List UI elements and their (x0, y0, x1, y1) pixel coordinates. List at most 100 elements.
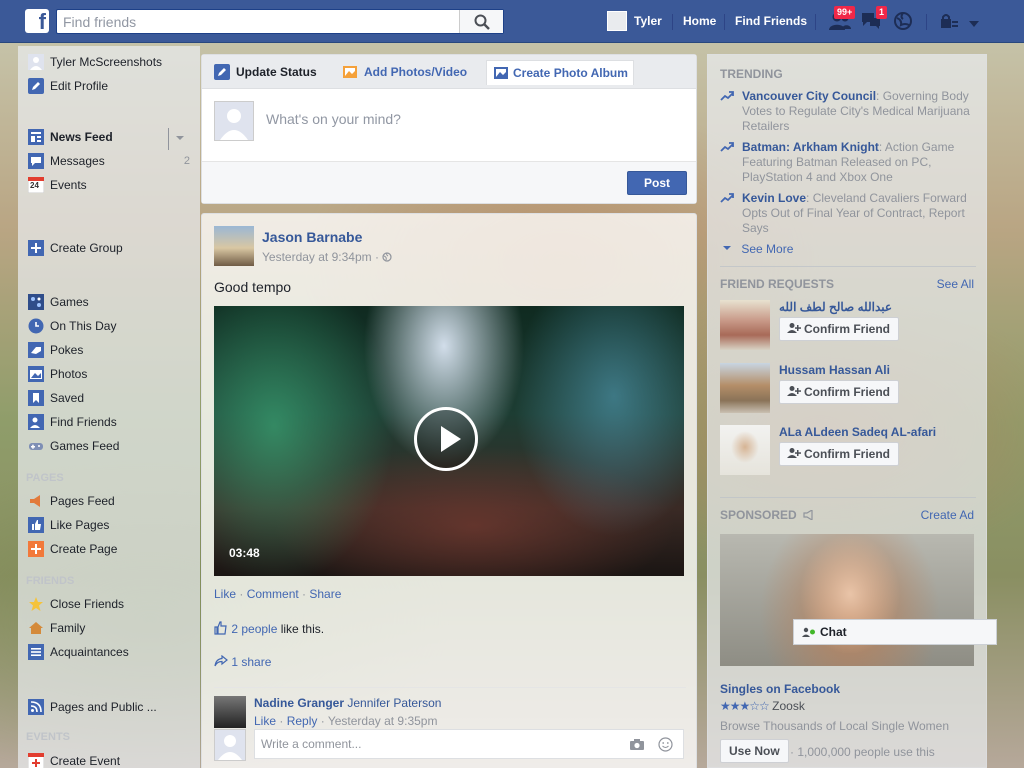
add-friend-icon (787, 448, 801, 458)
story-text: Good tempo (214, 279, 292, 295)
ad-social-context: · 1,000,000 people use this (790, 745, 935, 759)
requester-name[interactable]: عبدالله صالح لطف الله (779, 300, 892, 314)
plus-icon (28, 541, 44, 557)
chat-tab[interactable]: Chat (793, 619, 997, 645)
requester-photo[interactable] (720, 363, 770, 413)
sidebar-item-label: Saved (50, 391, 85, 405)
sidebar-item-label: On This Day (50, 319, 117, 333)
profile-name: Tyler McScreenshots (50, 55, 163, 69)
rating-stars-icon: ★★★☆☆ (720, 699, 770, 713)
star-icon (29, 597, 43, 611)
ad-title[interactable]: Singles on Facebook (720, 682, 840, 696)
requester-photo[interactable] (720, 300, 770, 350)
user-avatar-icon (220, 109, 248, 140)
tab-label: Create Photo Album (513, 66, 628, 80)
list-icon (28, 644, 44, 660)
comment-author[interactable]: Nadine Granger (254, 696, 344, 710)
home-link[interactable]: Home (683, 0, 716, 43)
trending-topic[interactable]: Vancouver City Council (742, 89, 876, 103)
trending-item[interactable]: Vancouver City Council: Governing Body V… (720, 89, 976, 134)
comment-like-link[interactable]: Like (254, 714, 276, 728)
author-avatar[interactable] (214, 226, 254, 266)
megaphone-icon (30, 495, 40, 507)
comment-reply-link[interactable]: Reply (287, 714, 318, 728)
story-timestamp[interactable]: Yesterday at 9:34pm · (262, 250, 392, 264)
sidebar-item-label: Close Friends (50, 597, 125, 611)
privacy-shortcuts-button[interactable] (940, 13, 958, 32)
messages-count: 2 (183, 155, 190, 167)
user-profile-link[interactable]: Tyler (634, 0, 662, 43)
add-friend-icon (787, 323, 801, 333)
user-avatar[interactable] (607, 11, 627, 31)
use-now-button[interactable]: Use Now (720, 739, 789, 763)
chevron-down-icon[interactable] (175, 134, 185, 142)
tab-create-photo-album[interactable]: Create Photo Album (486, 60, 634, 85)
ad-description: Browse Thousands of Local Single Women (720, 719, 950, 733)
confirm-friend-button[interactable]: Confirm Friend (779, 442, 899, 466)
pages-section-header: PAGES (26, 472, 64, 484)
confirm-friend-label: Confirm Friend (804, 447, 890, 461)
camera-icon[interactable] (629, 738, 645, 751)
confirm-friend-label: Confirm Friend (804, 322, 890, 336)
requester-photo[interactable] (720, 425, 770, 475)
divider (672, 14, 673, 30)
sidebar-item-messages[interactable]: Messages 2 (28, 151, 190, 171)
sidebar-item-label: Photos (50, 367, 88, 381)
search-button[interactable] (459, 10, 503, 33)
play-icon[interactable] (414, 407, 478, 471)
trending-item[interactable]: Batman: Arkham Knight: Action Game Featu… (720, 140, 976, 185)
messages-icon (28, 153, 44, 169)
ad-rating: ★★★☆☆ Zoosk (720, 699, 805, 713)
friend-requests-header: FRIEND REQUESTS (720, 277, 835, 291)
comment-input[interactable] (255, 730, 615, 758)
sidebar-item-label: Find Friends (50, 415, 117, 429)
sidebar-item-label: Pokes (50, 343, 84, 357)
facebook-logo[interactable]: f (25, 9, 49, 33)
divider (724, 14, 725, 30)
comment-meta: Like · Reply · Yesterday at 9:35pm (254, 714, 438, 728)
sidebar-item-label: Create Event (50, 754, 121, 768)
search-input[interactable] (57, 10, 457, 33)
like-link[interactable]: Like (214, 587, 236, 601)
commenter-avatar[interactable] (214, 696, 246, 728)
messages-badge: 1 (876, 6, 888, 19)
post-button[interactable]: Post (627, 171, 687, 195)
edit-profile-label: Edit Profile (50, 79, 109, 93)
notifications-button[interactable] (893, 11, 913, 34)
confirm-friend-button[interactable]: Confirm Friend (779, 380, 899, 404)
ad-image[interactable] (720, 534, 974, 666)
shares-summary[interactable]: 1 share (214, 654, 271, 669)
video-player[interactable]: 03:48 (214, 306, 684, 576)
likes-count[interactable]: 2 people (231, 622, 277, 636)
trending-item[interactable]: Kevin Love: Cleveland Cavaliers Forward … (720, 191, 976, 236)
comment-input-box (254, 729, 684, 759)
share-link[interactable]: Share (309, 587, 341, 601)
see-all-requests-link[interactable]: See All (937, 277, 974, 291)
comment-link[interactable]: Comment (247, 587, 299, 601)
sidebar-item-label: Acquaintances (50, 645, 129, 659)
trending-topic[interactable]: Kevin Love (742, 191, 806, 205)
comment-tagged-user[interactable]: Jennifer Paterson (347, 696, 441, 710)
status-input[interactable]: What's on your mind? (266, 111, 401, 127)
trending-topic[interactable]: Batman: Arkham Knight (742, 140, 879, 154)
confirm-friend-label: Confirm Friend (804, 385, 890, 399)
emoji-icon[interactable] (658, 737, 673, 752)
composer-tabs: Update Status Add Photos/Video Create Ph… (202, 55, 696, 89)
see-more-trending-link[interactable]: See More (722, 242, 793, 256)
story-author[interactable]: Jason Barnabe (262, 229, 362, 245)
comment: Nadine Granger Jennifer Paterson Like · … (214, 687, 686, 728)
requester-name[interactable]: Hussam Hassan Ali (779, 363, 890, 377)
comment-timestamp[interactable]: Yesterday at 9:35pm (328, 714, 438, 728)
chevron-down-icon (969, 21, 979, 27)
find-friends-link[interactable]: Find Friends (735, 0, 807, 43)
requester-name[interactable]: ALa ALdeen Sadeq AL-afari (779, 425, 936, 439)
user-avatar-icon (218, 735, 242, 760)
create-ad-link[interactable]: Create Ad (921, 508, 974, 522)
sidebar-item-label: Events (50, 178, 87, 192)
account-menu-button[interactable] (968, 17, 980, 31)
likes-summary: 2 people like this. (214, 621, 324, 636)
find-friends-icon (28, 414, 44, 430)
photos-icon (28, 366, 44, 382)
confirm-friend-button[interactable]: Confirm Friend (779, 317, 899, 341)
events-section-header: EVENTS (26, 731, 71, 743)
